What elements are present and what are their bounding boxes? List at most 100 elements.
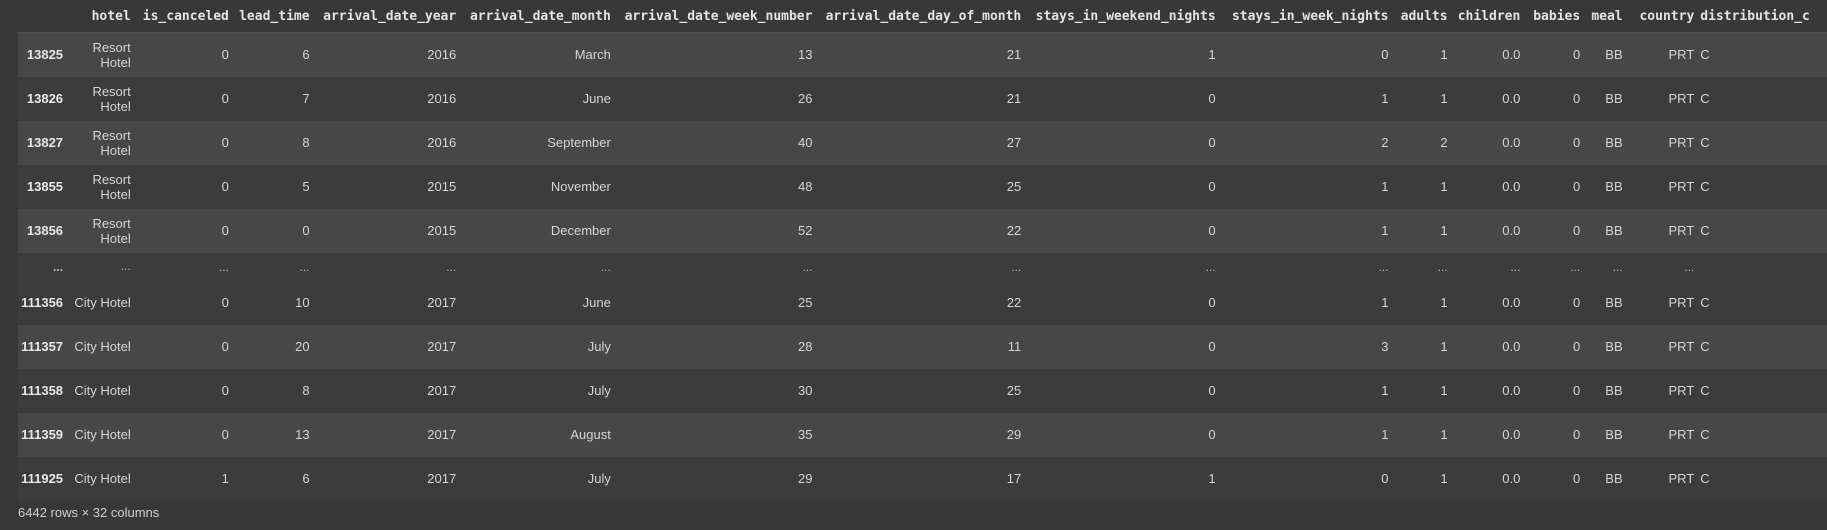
table-cell: C (1700, 294, 1710, 310)
table-cell: August (570, 426, 611, 442)
table-cell: ... (1378, 259, 1389, 274)
table-cell: 0 (1208, 90, 1216, 106)
table-cell: 28 (797, 338, 813, 354)
table-cell: 0.0 (1502, 46, 1521, 62)
table-cell: BB (1605, 90, 1623, 106)
table-cell: 13 (295, 426, 310, 442)
table-cell: 0 (1572, 382, 1581, 398)
table-cell: Resort Hotel (92, 171, 131, 202)
table-row: 111356 City Hotel 0 10 2017 June 25 22 0 1 1 0.0 0 BB… (18, 280, 1827, 325)
shape-summary: 6442 rows × 32 columns (18, 505, 160, 520)
table-cell: 1 (1440, 294, 1448, 310)
table-cell: 1 (1381, 294, 1389, 310)
table-cell: ... (1510, 259, 1521, 274)
table-cell: City Hotel (74, 295, 131, 310)
table-cell: City Hotel (74, 427, 131, 442)
table-cell: 2017 (427, 426, 457, 442)
table-cell: BB (1605, 382, 1623, 398)
table-cell: PRT (1668, 222, 1695, 238)
table-cell: 1 (1208, 46, 1216, 62)
table-cell: 0 (1208, 178, 1216, 194)
table-cell: 0 (1572, 470, 1581, 486)
table-cell: 0 (221, 382, 229, 398)
table-cell: Resort Hotel (92, 83, 131, 114)
table-cell: C (1700, 222, 1710, 238)
table-cell: 2015 (427, 178, 457, 194)
table-cell: PRT (1668, 382, 1695, 398)
table-cell: November (550, 178, 611, 194)
table-cell: July (587, 470, 611, 486)
table-cell: 1 (1381, 426, 1389, 442)
table-cell: BB (1605, 222, 1623, 238)
table-cell: 25 (1006, 382, 1022, 398)
table-cell: 3 (1381, 338, 1389, 354)
table-cell: 0 (221, 294, 229, 310)
row-index: 111925 (21, 471, 64, 486)
table-cell (1700, 253, 1827, 281)
table-cell: 8 (302, 382, 310, 398)
table-cell: 0.0 (1502, 294, 1521, 310)
table-cell: 40 (797, 134, 813, 150)
table-cell: 0.0 (1502, 134, 1521, 150)
table-cell: C (1700, 382, 1710, 398)
table-cell: BB (1605, 338, 1623, 354)
table-cell: 0 (1572, 338, 1581, 354)
column-header: arrival_date_week_number (616, 0, 819, 33)
table-cell: 0 (1572, 426, 1581, 442)
table-cell: City Hotel (74, 383, 131, 398)
table-cell: ... (600, 259, 611, 274)
column-header: country (1628, 0, 1701, 33)
table-cell: 0 (1572, 178, 1581, 194)
table-cell: 0.0 (1502, 90, 1521, 106)
table-cell: 2017 (427, 382, 457, 398)
table-cell: 1 (1381, 178, 1389, 194)
table-cell: 0 (1208, 382, 1216, 398)
table-cell: 0.0 (1502, 382, 1521, 398)
table-cell: 0 (1572, 222, 1581, 238)
table-cell: C (1700, 46, 1710, 62)
table-cell: 0 (1572, 294, 1581, 310)
column-header: stays_in_week_nights (1221, 0, 1395, 33)
table-cell: C (1700, 426, 1710, 442)
table-cell: 22 (1006, 222, 1022, 238)
column-header: is_canceled (136, 0, 235, 33)
table-cell: PRT (1668, 470, 1695, 486)
table-cell: 1 (1440, 222, 1448, 238)
table-cell: June (582, 90, 611, 106)
table-cell: 0 (221, 222, 229, 238)
table-row: 13827 Resort Hotel 0 8 2016 September 40 27 0 2 2 0… (18, 120, 1827, 165)
table-cell: 5 (302, 178, 310, 194)
table-cell: 0 (1381, 46, 1389, 62)
table-cell: Resort Hotel (92, 127, 131, 158)
table-cell: 0.0 (1502, 338, 1521, 354)
table-cell: ... (1570, 259, 1581, 274)
table-cell: 1 (1381, 382, 1389, 398)
row-index: 13855 (26, 179, 64, 194)
column-header: arrival_date_year (315, 0, 463, 33)
table-cell: PRT (1668, 426, 1695, 442)
table-cell: 7 (302, 90, 310, 106)
row-index: 13856 (26, 223, 64, 238)
table-cell: Resort Hotel (92, 39, 131, 70)
table-cell: March (574, 46, 611, 62)
table-cell: ... (802, 259, 813, 274)
table-cell: July (587, 382, 611, 398)
ellipsis-row: ........................................… (18, 252, 1827, 281)
column-header: meal (1586, 0, 1629, 33)
table-cell: 0 (302, 222, 310, 238)
column-header: babies (1526, 0, 1587, 33)
table-cell: PRT (1668, 338, 1695, 354)
column-header: lead_time (234, 0, 316, 33)
table-cell: 0 (1208, 294, 1216, 310)
table-cell: ... (446, 259, 457, 274)
table-cell: 2017 (427, 294, 457, 310)
table-cell: 0 (1208, 338, 1216, 354)
table-cell: 0 (1381, 470, 1389, 486)
table-cell: BB (1605, 178, 1623, 194)
table-row: 111359 City Hotel 0 13 2017 August 35 29 0 1 1 0.0 0… (18, 412, 1827, 457)
table-cell: 20 (295, 338, 310, 354)
table-cell: 1 (1440, 46, 1448, 62)
column-header: distribution_c (1700, 0, 1827, 33)
table-cell: BB (1605, 294, 1623, 310)
table-cell: 1 (1440, 178, 1448, 194)
